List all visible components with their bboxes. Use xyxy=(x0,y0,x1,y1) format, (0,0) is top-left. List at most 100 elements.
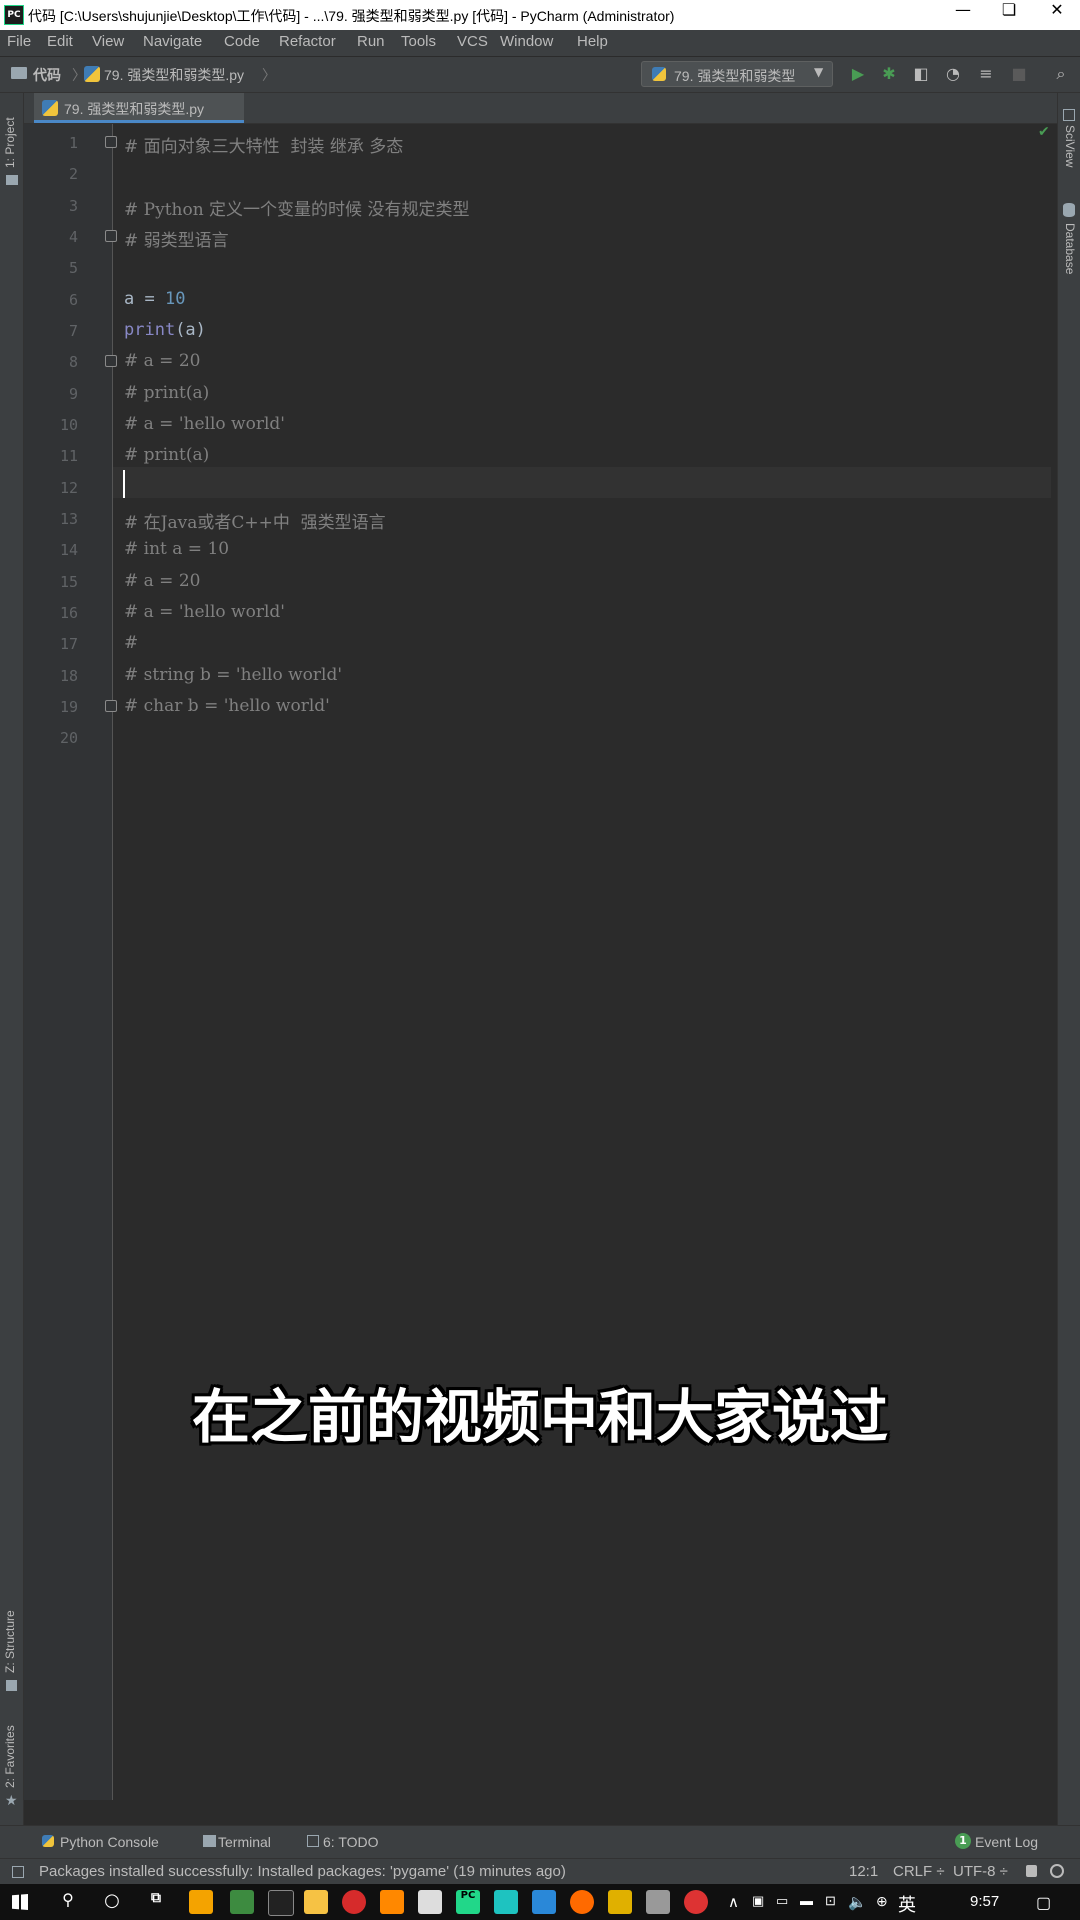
code-area: 1 2 3 4 5 6 7 8 9 10 11 12 13 14 15 16 1… xyxy=(24,124,1057,824)
file-encoding[interactable]: UTF-8 ÷ xyxy=(953,1863,1008,1880)
tray-app-icon[interactable]: ▣ xyxy=(752,1893,764,1909)
sublime-icon[interactable] xyxy=(380,1890,404,1914)
lock-icon[interactable] xyxy=(1026,1865,1037,1877)
app-icon[interactable] xyxy=(304,1890,328,1914)
line-number: 20 xyxy=(59,729,78,747)
menu-view[interactable]: View xyxy=(92,33,124,50)
fold-marker-icon[interactable] xyxy=(105,355,117,367)
menu-help[interactable]: Help xyxy=(577,33,608,50)
favorites-tool-button[interactable]: 2: Favorites xyxy=(3,1725,17,1788)
clock[interactable]: 9:57 xyxy=(970,1893,999,1910)
code-line-15: # a = 20 xyxy=(124,571,201,591)
app-icon[interactable] xyxy=(418,1890,442,1914)
touchpad-icon[interactable]: ▭ xyxy=(776,1893,788,1909)
line-separator[interactable]: CRLF ÷ xyxy=(893,1863,945,1880)
cmd-icon[interactable] xyxy=(268,1890,294,1916)
app-icon[interactable] xyxy=(684,1890,708,1914)
toggle-tool-windows-icon[interactable] xyxy=(12,1866,24,1878)
line-number: 16 xyxy=(59,604,78,622)
app-icon[interactable] xyxy=(189,1890,213,1914)
terminal-icon xyxy=(203,1835,216,1847)
code-line-19: # char b = 'hello world' xyxy=(124,696,330,716)
star-icon: ★ xyxy=(5,1793,18,1809)
todo-icon xyxy=(307,1835,319,1847)
sciview-tool-button[interactable]: SciView xyxy=(1063,125,1077,167)
inspector-icon[interactable] xyxy=(1050,1864,1064,1878)
status-message[interactable]: Packages installed successfully: Install… xyxy=(39,1863,566,1880)
vscode-icon[interactable] xyxy=(532,1890,556,1914)
tray-expand-icon[interactable]: ∧ xyxy=(728,1893,739,1911)
menu-tools[interactable]: Tools xyxy=(401,33,436,50)
tab-active-file[interactable]: 79. 强类型和弱类型.py xyxy=(34,93,244,123)
status-bar: Packages installed successfully: Install… xyxy=(0,1858,1080,1885)
code-line-14: # int a = 10 xyxy=(124,539,230,559)
coverage-icon[interactable]: ◧ xyxy=(910,64,932,86)
search-icon[interactable]: ⌕ xyxy=(1050,64,1072,86)
folder-icon xyxy=(11,67,27,79)
app-icon[interactable] xyxy=(608,1890,632,1914)
menu-navigate[interactable]: Navigate xyxy=(143,33,202,50)
menu-edit[interactable]: Edit xyxy=(47,33,73,50)
menu-code[interactable]: Code xyxy=(224,33,260,50)
line-number: 12 xyxy=(59,479,78,497)
network-icon[interactable]: ⊡ xyxy=(825,1893,836,1909)
fold-marker-icon[interactable] xyxy=(105,136,117,148)
app-icon[interactable] xyxy=(570,1890,594,1914)
database-tool-button[interactable]: Database xyxy=(1063,223,1077,274)
video-subtitle: 在之前的视频中和大家说过 xyxy=(191,1383,888,1451)
python-console-button[interactable]: Python Console xyxy=(60,1834,159,1850)
stop-icon[interactable]: ■ xyxy=(1008,64,1030,86)
line-number: 8 xyxy=(68,353,78,371)
code-line-4: # 弱类型语言 xyxy=(124,231,229,251)
minimize-button[interactable]: — xyxy=(940,0,986,30)
menu-bar: File Edit View Navigate Code Refactor Ru… xyxy=(0,30,1080,57)
profile-icon[interactable]: ◔ xyxy=(942,64,964,86)
menu-vcs[interactable]: VCS xyxy=(457,33,488,50)
pycharm-app-icon: PC xyxy=(4,5,24,25)
debug-icon[interactable]: ✱ xyxy=(878,64,900,86)
battery-icon[interactable]: ▬ xyxy=(800,1893,813,1908)
line-number: 2 xyxy=(68,165,78,183)
code-line-10: # a = 'hello world' xyxy=(124,414,285,434)
concurrency-icon[interactable]: ≡ xyxy=(975,64,997,86)
right-tool-strip: SciView Database xyxy=(1057,93,1080,1825)
cortana-icon[interactable]: ○ xyxy=(100,1890,124,1914)
breadcrumb-file[interactable]: 79. 强类型和弱类型.py xyxy=(104,65,244,85)
pycharm-icon[interactable]: PC xyxy=(456,1890,480,1914)
task-view-icon[interactable]: ⧉ xyxy=(144,1890,168,1914)
windows-start-icon[interactable] xyxy=(12,1894,28,1910)
python-file-icon xyxy=(84,66,100,82)
app-icon[interactable] xyxy=(494,1890,518,1914)
netease-music-icon[interactable] xyxy=(342,1890,366,1914)
app-icon[interactable] xyxy=(230,1890,254,1914)
event-log-button[interactable]: Event Log xyxy=(975,1834,1038,1850)
search-icon[interactable]: ⚲ xyxy=(56,1890,80,1914)
menu-run[interactable]: Run xyxy=(357,33,385,50)
todo-button[interactable]: 6: TODO xyxy=(323,1834,379,1850)
chevron-down-icon: ▼ xyxy=(814,65,824,79)
menu-file[interactable]: File xyxy=(7,33,31,50)
breadcrumb-project[interactable]: 代码 xyxy=(33,65,61,85)
fold-marker-icon[interactable] xyxy=(105,230,117,242)
app-icon[interactable] xyxy=(646,1890,670,1914)
bottom-tool-bar: Python Console Terminal 6: TODO 1 Event … xyxy=(0,1825,1080,1859)
terminal-button[interactable]: Terminal xyxy=(218,1834,271,1850)
code-line-11: # print(a) xyxy=(124,445,210,465)
line-number: 14 xyxy=(59,541,78,559)
notification-icon[interactable]: ▢ xyxy=(1036,1893,1051,1913)
run-icon[interactable]: ▶ xyxy=(847,64,869,86)
line-number: 10 xyxy=(59,416,78,434)
project-tool-button[interactable]: 1: Project xyxy=(3,117,17,168)
menu-refactor[interactable]: Refactor xyxy=(279,33,336,50)
close-button[interactable]: ✕ xyxy=(1034,0,1080,30)
language-globe-icon[interactable]: ⊕ xyxy=(876,1893,888,1910)
fold-marker-icon[interactable] xyxy=(105,700,117,712)
structure-tool-button[interactable]: Z: Structure xyxy=(3,1610,17,1673)
menu-window[interactable]: Window xyxy=(500,33,553,50)
restore-button[interactable]: ❏ xyxy=(986,0,1032,30)
volume-icon[interactable]: 🔈 xyxy=(848,1893,867,1911)
run-configuration-select[interactable]: 79. 强类型和弱类型 ▼ xyxy=(641,61,833,87)
run-config-label: 79. 强类型和弱类型 xyxy=(674,68,796,84)
caret-position[interactable]: 12:1 xyxy=(849,1863,878,1880)
ime-indicator[interactable]: 英 xyxy=(898,1891,916,1917)
